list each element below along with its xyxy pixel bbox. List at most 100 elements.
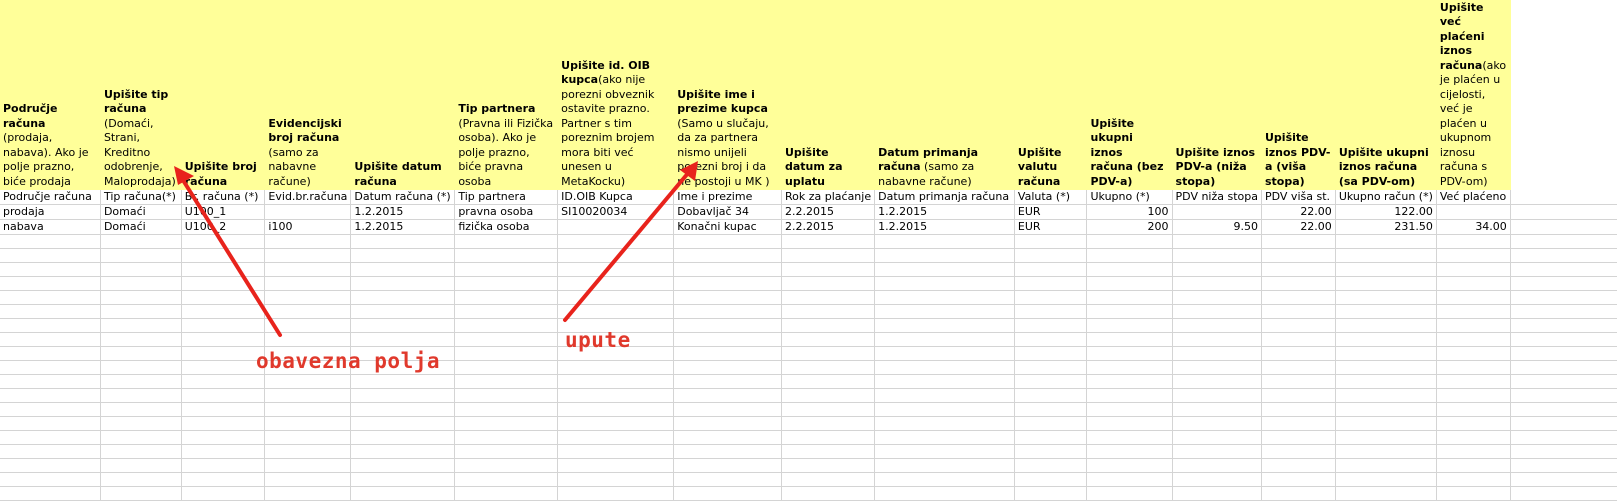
empty-cell[interactable] [673, 374, 782, 389]
empty-cell[interactable] [1436, 248, 1511, 263]
empty-cell[interactable] [874, 472, 1015, 487]
empty-cell[interactable] [1261, 346, 1336, 361]
empty-cell[interactable] [673, 234, 782, 249]
header-note-cell[interactable]: Upišite broj računa [181, 0, 266, 190]
empty-cell[interactable] [0, 444, 101, 459]
empty-cell[interactable] [557, 248, 675, 263]
empty-cell[interactable] [781, 388, 876, 403]
empty-cell[interactable] [1510, 290, 1617, 305]
empty-cell[interactable] [673, 430, 782, 445]
empty-cell[interactable] [874, 430, 1015, 445]
empty-cell[interactable] [781, 430, 876, 445]
empty-cell[interactable] [181, 318, 266, 333]
empty-cell[interactable] [1335, 430, 1437, 445]
column-label-cell[interactable]: Datum primanja računa [874, 190, 1015, 205]
empty-cell[interactable] [673, 416, 782, 431]
column-label-cell[interactable]: Tip računa(*) [100, 190, 182, 205]
column-label-cell[interactable]: Rok za plaćanje [781, 190, 876, 205]
data-cell[interactable]: 2.2.2015 [781, 204, 876, 220]
data-cell[interactable]: U100_1 [181, 204, 266, 220]
empty-cell[interactable] [1510, 346, 1617, 361]
empty-cell[interactable] [100, 416, 182, 431]
empty-cell[interactable] [1335, 402, 1437, 417]
empty-cell[interactable] [1086, 486, 1173, 501]
column-label-cell[interactable]: Ukupno (*) [1086, 190, 1173, 205]
empty-cell[interactable] [874, 402, 1015, 417]
empty-cell[interactable] [874, 444, 1015, 459]
column-label-cell[interactable]: Datum računa (*) [350, 190, 456, 205]
empty-cell[interactable] [181, 444, 266, 459]
empty-cell[interactable] [350, 388, 456, 403]
empty-cell[interactable] [100, 234, 182, 249]
empty-cell[interactable] [673, 290, 782, 305]
empty-cell[interactable] [1335, 458, 1437, 473]
data-cell[interactable]: 1.2.2015 [874, 204, 1015, 220]
data-cell[interactable]: prodaja [0, 204, 101, 220]
empty-cell[interactable] [1335, 486, 1437, 501]
empty-cell[interactable] [1172, 248, 1263, 263]
empty-cell[interactable] [1510, 318, 1617, 333]
data-cell[interactable]: 22.00 [1261, 219, 1336, 235]
empty-cell[interactable] [0, 430, 101, 445]
data-cell[interactable]: pravna osoba [454, 204, 559, 220]
empty-cell[interactable] [781, 486, 876, 501]
data-cell[interactable]: SI10020034 [557, 204, 675, 220]
empty-cell[interactable] [1436, 332, 1511, 347]
data-cell[interactable]: Domaći [100, 219, 182, 235]
empty-cell[interactable] [781, 472, 876, 487]
empty-cell[interactable] [1172, 262, 1263, 277]
empty-cell[interactable] [1436, 486, 1511, 501]
empty-cell[interactable] [264, 276, 352, 291]
empty-cell[interactable] [673, 444, 782, 459]
empty-cell[interactable] [0, 234, 101, 249]
empty-cell[interactable] [557, 262, 675, 277]
empty-cell[interactable] [100, 318, 182, 333]
empty-cell[interactable] [0, 388, 101, 403]
empty-cell[interactable] [350, 374, 456, 389]
empty-cell[interactable] [100, 458, 182, 473]
empty-cell[interactable] [781, 304, 876, 319]
empty-cell[interactable] [874, 486, 1015, 501]
column-label-cell[interactable]: Tip partnera [454, 190, 559, 205]
empty-cell[interactable] [1335, 360, 1437, 375]
data-cell[interactable]: fizička osoba [454, 219, 559, 235]
empty-cell[interactable] [557, 402, 675, 417]
empty-cell[interactable] [1510, 388, 1617, 403]
empty-cell[interactable] [1510, 190, 1617, 205]
empty-cell[interactable] [454, 472, 559, 487]
empty-cell[interactable] [874, 318, 1015, 333]
empty-cell[interactable] [1014, 416, 1088, 431]
empty-cell[interactable] [100, 486, 182, 501]
empty-cell[interactable] [1014, 472, 1088, 487]
empty-cell[interactable] [673, 332, 782, 347]
empty-cell[interactable] [1436, 430, 1511, 445]
empty-cell[interactable] [181, 388, 266, 403]
empty-cell[interactable] [1086, 248, 1173, 263]
empty-cell[interactable] [673, 262, 782, 277]
empty-cell[interactable] [454, 388, 559, 403]
empty-cell[interactable] [1510, 374, 1617, 389]
empty-cell[interactable] [454, 374, 559, 389]
empty-cell[interactable] [264, 472, 352, 487]
empty-cell[interactable] [1261, 472, 1336, 487]
empty-cell[interactable] [350, 318, 456, 333]
column-label-cell[interactable]: Valuta (*) [1014, 190, 1088, 205]
empty-cell[interactable] [0, 262, 101, 277]
empty-cell[interactable] [181, 262, 266, 277]
empty-cell[interactable] [673, 346, 782, 361]
empty-cell[interactable] [0, 276, 101, 291]
empty-cell[interactable] [874, 234, 1015, 249]
header-note-cell[interactable]: Upišite ime i prezime kupca (Samo u sluč… [673, 0, 782, 190]
empty-cell[interactable] [264, 486, 352, 501]
empty-cell[interactable] [1086, 332, 1173, 347]
empty-cell[interactable] [350, 486, 456, 501]
empty-cell[interactable] [1510, 234, 1617, 249]
empty-cell[interactable] [1261, 276, 1336, 291]
empty-cell[interactable] [264, 458, 352, 473]
empty-cell[interactable] [874, 262, 1015, 277]
empty-cell[interactable] [1261, 444, 1336, 459]
empty-cell[interactable] [181, 276, 266, 291]
empty-cell[interactable] [1086, 374, 1173, 389]
empty-cell[interactable] [1510, 204, 1617, 220]
empty-cell[interactable] [874, 346, 1015, 361]
